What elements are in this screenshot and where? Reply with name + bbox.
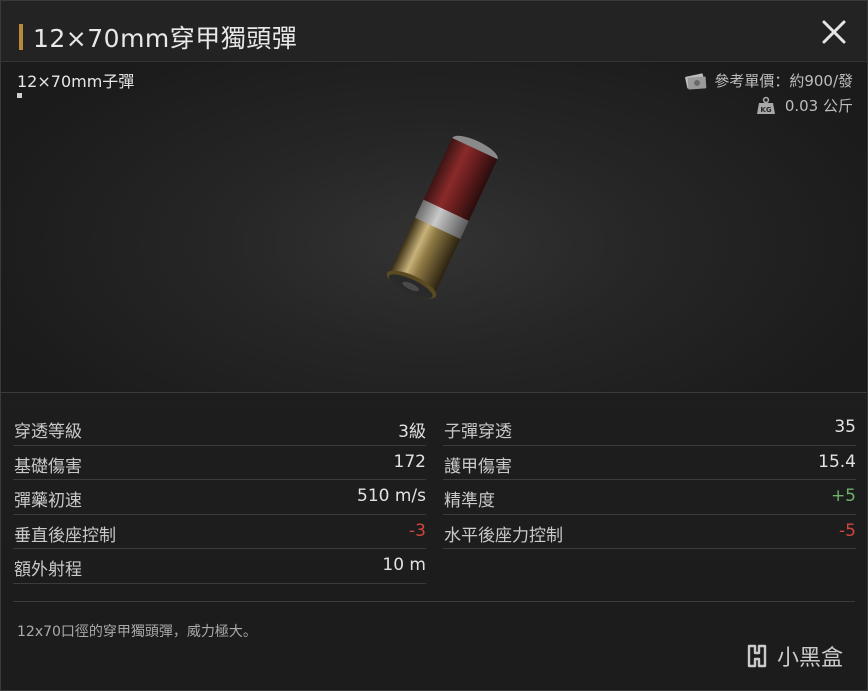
stat-value: -3 (409, 520, 426, 541)
stats-column-left: 穿透等級 3級 基礎傷害 172 彈藥初速 510 m/s 垂直後座控制 -3 … (13, 411, 426, 584)
stat-label: 護甲傷害 (444, 456, 512, 477)
stat-label: 垂直後座控制 (14, 525, 116, 546)
watermark: 小黑盒 (743, 640, 843, 672)
stat-value: 510 m/s (357, 486, 426, 507)
stat-value: 172 (393, 451, 426, 472)
stat-row-base-damage: 基礎傷害 172 (13, 446, 426, 481)
shotgun-shell-image (386, 135, 498, 299)
close-button[interactable] (819, 17, 849, 47)
stat-row-armor-damage: 護甲傷害 15.4 (443, 446, 856, 481)
item-detail-panel: 12×70mm穿甲獨頭彈 12×70mm子彈 參考單價：約900/發 KG 0.… (0, 0, 868, 691)
stat-value: -5 (839, 520, 856, 541)
subtitle-marker (17, 93, 22, 98)
item-description: 12x70口徑的穿甲獨頭彈，威力極大。 (17, 624, 257, 640)
item-title: 12×70mm穿甲獨頭彈 (33, 24, 298, 53)
stat-row-vertical-recoil: 垂直後座控制 -3 (13, 515, 426, 550)
banknote-icon (684, 71, 708, 91)
stat-label: 額外射程 (14, 560, 82, 581)
heybox-logo-icon (747, 644, 767, 668)
stat-row-bullet-penetration: 子彈穿透 35 (443, 411, 856, 446)
stat-row-extra-range: 額外射程 10 m (13, 549, 426, 584)
stat-value: 15.4 (818, 451, 856, 472)
stat-label: 穿透等級 (14, 422, 82, 442)
price-row: 參考單價：約900/發 (684, 70, 853, 91)
description-divider (13, 601, 855, 602)
stat-row-muzzle-velocity: 彈藥初速 510 m/s (13, 480, 426, 515)
stat-label: 精準度 (444, 491, 495, 512)
stat-value: 3級 (398, 422, 426, 442)
stat-value: +5 (830, 486, 856, 507)
stat-row-accuracy: 精準度 +5 (443, 480, 856, 515)
stat-label: 子彈穿透 (444, 422, 512, 442)
stat-label: 基礎傷害 (14, 456, 82, 477)
svg-text:KG: KG (760, 106, 771, 114)
stat-label: 水平後座力控制 (444, 525, 563, 546)
stat-label: 彈藥初速 (14, 491, 82, 512)
panel-header: 12×70mm穿甲獨頭彈 (1, 1, 867, 62)
price-text: 參考單價：約900/發 (714, 72, 853, 90)
item-caliber: 12×70mm子彈 (17, 72, 135, 91)
watermark-text: 小黑盒 (776, 646, 843, 671)
stat-row-penetration-level: 穿透等級 3級 (13, 411, 426, 446)
stats-column-right: 子彈穿透 35 護甲傷害 15.4 精準度 +5 水平後座力控制 -5 (443, 411, 856, 550)
stat-value: 35 (834, 417, 856, 437)
stat-row-horizontal-recoil: 水平後座力控制 -5 (443, 515, 856, 550)
weight-row: KG 0.03 公斤 (755, 95, 853, 116)
title-accent-bar (19, 24, 23, 50)
stat-value: 10 m (382, 555, 426, 576)
item-preview: 12×70mm子彈 參考單價：約900/發 KG 0.03 公斤 (1, 62, 867, 393)
close-icon (822, 20, 846, 44)
weight-kg-icon: KG (755, 96, 779, 116)
weight-text: 0.03 公斤 (784, 97, 853, 115)
